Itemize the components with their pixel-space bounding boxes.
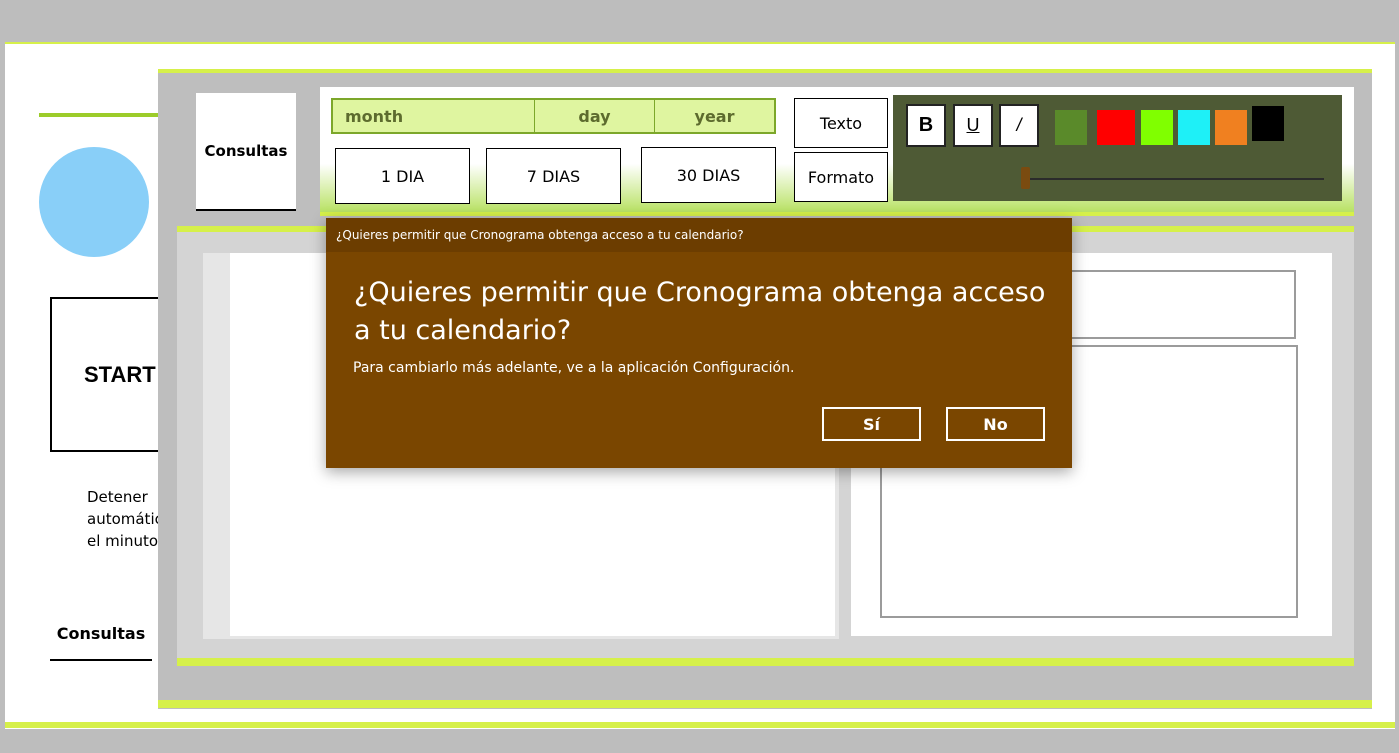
date-picker[interactable]: month day year <box>331 98 776 134</box>
color-swatch-cyan[interactable] <box>1178 110 1210 145</box>
nav-consultas-label: Consultas <box>56 624 146 643</box>
start-label: START <box>84 361 156 387</box>
formato-button[interactable]: Formato <box>794 152 888 202</box>
color-swatch-orange[interactable] <box>1215 110 1247 145</box>
dialog-titlebar: ¿Quieres permitir que Cronograma obtenga… <box>326 218 1072 252</box>
date-year[interactable]: year <box>655 100 774 132</box>
color-swatch-lime[interactable] <box>1141 110 1173 145</box>
nav-consultas[interactable]: Consultas <box>50 608 152 661</box>
avatar <box>39 147 149 257</box>
size-slider-track[interactable] <box>1022 178 1324 180</box>
italic-button[interactable]: / <box>999 104 1039 147</box>
left-accent-line <box>39 113 159 117</box>
toolbar-bottom-line <box>320 212 1354 216</box>
app-bottom-line <box>5 722 1395 728</box>
underline-button[interactable]: U <box>953 104 993 147</box>
dialog-no-button[interactable]: No <box>946 407 1045 441</box>
date-month[interactable]: month <box>333 100 535 132</box>
range-1-day-button[interactable]: 1 DIA <box>335 148 470 204</box>
dialog-message: Para cambiarlo más adelante, ve a la apl… <box>353 360 795 376</box>
main-panel-bottom-line <box>158 700 1372 708</box>
texto-button[interactable]: Texto <box>794 98 888 148</box>
date-day[interactable]: day <box>535 100 655 132</box>
dialog-heading: ¿Quieres permitir que Cronograma obtenga… <box>354 277 1046 346</box>
panel-consultas-label: Consultas <box>204 142 288 160</box>
permission-dialog: ¿Quieres permitir que Cronograma obtenga… <box>326 218 1072 468</box>
color-swatch-red[interactable] <box>1097 110 1135 145</box>
bold-button[interactable]: B <box>906 104 946 147</box>
color-swatch-black[interactable] <box>1252 106 1284 141</box>
dialog-yes-button[interactable]: Sí <box>822 407 921 441</box>
panel-consultas-tab[interactable]: Consultas <box>196 93 296 211</box>
range-30-days-button[interactable]: 30 DIAS <box>641 147 776 203</box>
color-swatch-green[interactable] <box>1055 110 1087 145</box>
size-slider-thumb[interactable] <box>1021 167 1030 189</box>
range-7-days-button[interactable]: 7 DIAS <box>486 148 621 204</box>
